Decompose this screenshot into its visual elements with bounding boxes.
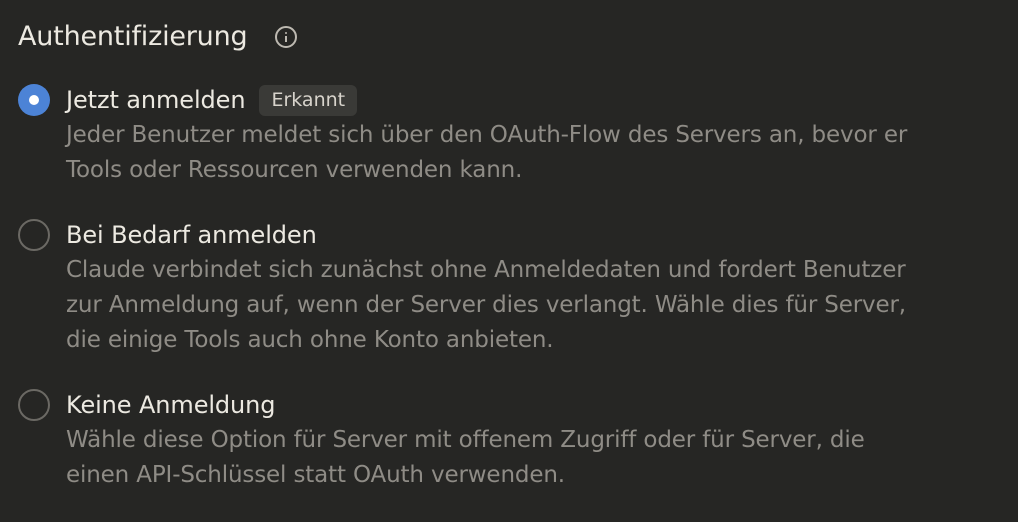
option-header: Jetzt anmelden Erkannt	[66, 82, 998, 118]
section-title: Authentifizierung	[18, 20, 248, 52]
option-no-sign-in[interactable]: Keine Anmeldung Wähle diese Option für S…	[18, 387, 998, 493]
option-description: Wähle diese Option für Server mit offene…	[66, 427, 865, 488]
option-sign-in-on-demand[interactable]: Bei Bedarf anmelden Claude verbindet sic…	[18, 217, 998, 358]
option-header: Bei Bedarf anmelden	[66, 217, 998, 253]
option-label: Bei Bedarf anmelden	[66, 221, 317, 249]
info-icon[interactable]	[275, 26, 298, 48]
radio-no-sign-in[interactable]	[18, 389, 50, 421]
option-description: Claude verbindet sich zunächst ohne Anme…	[66, 257, 906, 353]
option-sign-in-now[interactable]: Jetzt anmelden Erkannt Jeder Benutzer me…	[18, 82, 998, 188]
radio-sign-in-now[interactable]	[18, 84, 50, 116]
section-header: Authentifizierung	[18, 14, 998, 58]
option-header: Keine Anmeldung	[66, 387, 998, 423]
option-label: Jetzt anmelden	[66, 86, 246, 114]
radio-sign-in-on-demand[interactable]	[18, 219, 50, 251]
authentication-section: Authentifizierung Jetzt anmelden Erkannt…	[18, 14, 998, 493]
option-label: Keine Anmeldung	[66, 391, 276, 419]
option-description: Jeder Benutzer meldet sich über den OAut…	[66, 122, 908, 183]
detected-badge: Erkannt	[259, 84, 358, 116]
